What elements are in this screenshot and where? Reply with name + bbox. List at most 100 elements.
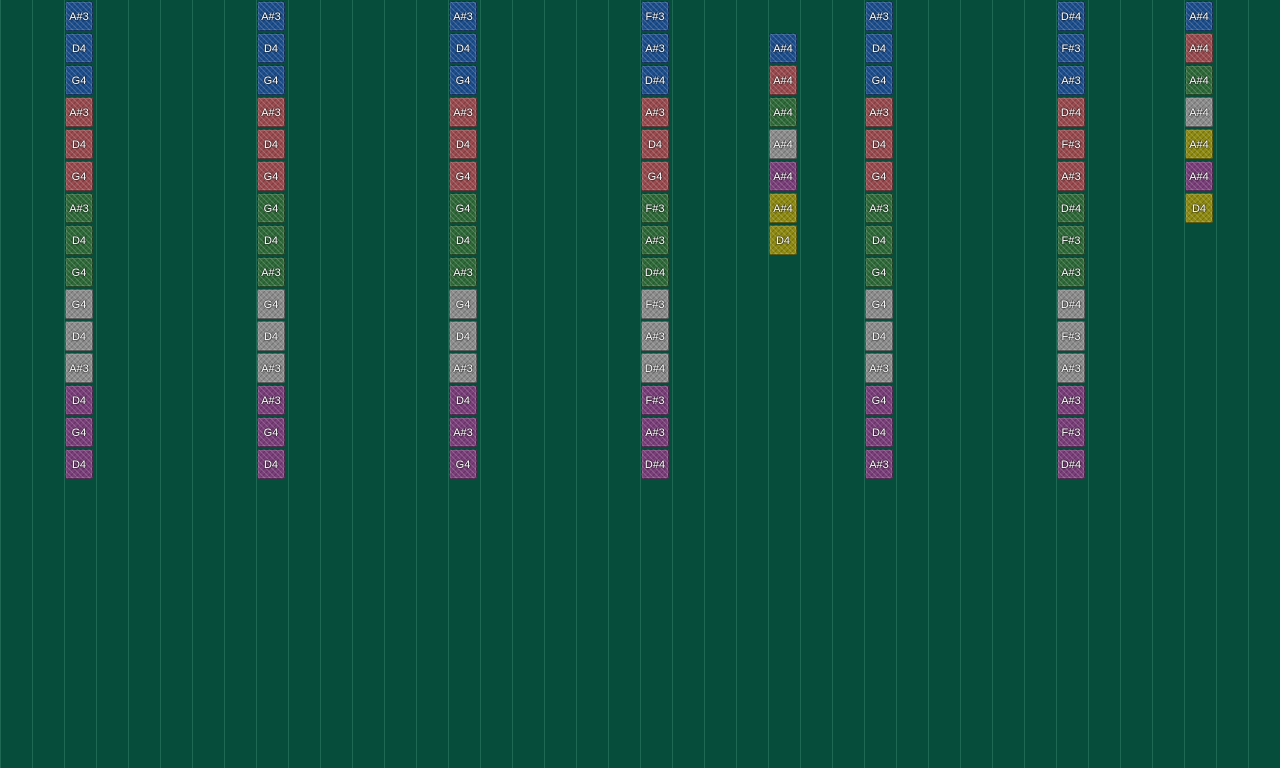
- note-block[interactable]: A#3: [641, 417, 669, 447]
- note-block[interactable]: G4: [257, 193, 285, 223]
- note-block[interactable]: G4: [449, 289, 477, 319]
- note-block[interactable]: A#4: [1185, 33, 1213, 63]
- note-block[interactable]: G4: [65, 417, 93, 447]
- note-block[interactable]: A#3: [257, 385, 285, 415]
- note-block[interactable]: G4: [865, 161, 893, 191]
- note-block[interactable]: D#4: [641, 257, 669, 287]
- note-block[interactable]: A#3: [257, 97, 285, 127]
- note-block[interactable]: G4: [641, 161, 669, 191]
- note-block[interactable]: D4: [865, 33, 893, 63]
- note-block[interactable]: A#3: [449, 1, 477, 31]
- note-block[interactable]: D4: [449, 321, 477, 351]
- note-block[interactable]: A#3: [449, 257, 477, 287]
- note-block[interactable]: D4: [449, 225, 477, 255]
- note-block[interactable]: A#4: [769, 193, 797, 223]
- note-block[interactable]: A#3: [865, 1, 893, 31]
- note-block[interactable]: A#3: [865, 193, 893, 223]
- note-block[interactable]: A#3: [865, 97, 893, 127]
- note-block[interactable]: G4: [257, 289, 285, 319]
- note-block[interactable]: F#3: [1057, 321, 1085, 351]
- note-block[interactable]: G4: [65, 161, 93, 191]
- note-block[interactable]: A#3: [641, 225, 669, 255]
- note-block[interactable]: F#3: [1057, 33, 1085, 63]
- note-block[interactable]: G4: [65, 289, 93, 319]
- note-block[interactable]: A#3: [1057, 257, 1085, 287]
- note-grid[interactable]: A#3 D4 G4 A#3 D4 G4 A#3 D4 G4 G4 D4 A#3 D4 G4 D4 A#3 D4 G…: [0, 0, 1280, 768]
- note-block[interactable]: G4: [257, 65, 285, 95]
- note-block[interactable]: A#3: [65, 1, 93, 31]
- note-block[interactable]: D#4: [641, 353, 669, 383]
- note-block[interactable]: G4: [257, 161, 285, 191]
- note-block[interactable]: G4: [65, 65, 93, 95]
- note-block[interactable]: A#3: [65, 97, 93, 127]
- note-block[interactable]: A#3: [65, 353, 93, 383]
- note-block[interactable]: A#3: [449, 97, 477, 127]
- note-block[interactable]: G4: [449, 161, 477, 191]
- note-block[interactable]: G4: [865, 257, 893, 287]
- note-block[interactable]: F#3: [1057, 225, 1085, 255]
- note-block[interactable]: A#3: [641, 97, 669, 127]
- note-block[interactable]: D4: [257, 129, 285, 159]
- note-block[interactable]: A#3: [257, 1, 285, 31]
- note-block[interactable]: A#3: [865, 353, 893, 383]
- note-block[interactable]: D4: [65, 33, 93, 63]
- note-block[interactable]: F#3: [641, 385, 669, 415]
- note-block[interactable]: D4: [865, 417, 893, 447]
- note-block[interactable]: D4: [865, 129, 893, 159]
- note-block[interactable]: D4: [1185, 193, 1213, 223]
- note-block[interactable]: F#3: [1057, 129, 1085, 159]
- note-block[interactable]: D4: [257, 225, 285, 255]
- note-block[interactable]: A#3: [449, 417, 477, 447]
- note-block[interactable]: D4: [865, 321, 893, 351]
- note-block[interactable]: G4: [65, 257, 93, 287]
- note-block[interactable]: A#3: [641, 321, 669, 351]
- note-block[interactable]: D4: [449, 385, 477, 415]
- note-block[interactable]: A#4: [1185, 129, 1213, 159]
- note-block[interactable]: D4: [257, 321, 285, 351]
- note-block[interactable]: A#4: [769, 129, 797, 159]
- note-block[interactable]: A#4: [769, 65, 797, 95]
- note-block[interactable]: A#3: [641, 33, 669, 63]
- note-block[interactable]: D4: [65, 129, 93, 159]
- note-block[interactable]: A#3: [1057, 161, 1085, 191]
- note-block[interactable]: D4: [449, 33, 477, 63]
- note-block[interactable]: D4: [65, 225, 93, 255]
- note-block[interactable]: D4: [257, 449, 285, 479]
- note-block[interactable]: A#4: [769, 33, 797, 63]
- note-block[interactable]: A#3: [449, 353, 477, 383]
- note-block[interactable]: G4: [865, 65, 893, 95]
- note-block[interactable]: D4: [449, 129, 477, 159]
- note-block[interactable]: D4: [65, 385, 93, 415]
- note-block[interactable]: D#4: [1057, 97, 1085, 127]
- note-block[interactable]: A#3: [257, 257, 285, 287]
- note-block[interactable]: F#3: [641, 289, 669, 319]
- note-block[interactable]: D4: [865, 225, 893, 255]
- note-block[interactable]: A#3: [865, 449, 893, 479]
- note-block[interactable]: D#4: [641, 65, 669, 95]
- note-block[interactable]: D#4: [1057, 449, 1085, 479]
- note-block[interactable]: A#4: [769, 97, 797, 127]
- note-block[interactable]: G4: [449, 65, 477, 95]
- note-block[interactable]: D4: [769, 225, 797, 255]
- note-block[interactable]: A#4: [1185, 1, 1213, 31]
- note-block[interactable]: D#4: [641, 449, 669, 479]
- note-block[interactable]: D#4: [1057, 1, 1085, 31]
- note-block[interactable]: A#3: [1057, 353, 1085, 383]
- note-block[interactable]: A#3: [65, 193, 93, 223]
- note-block[interactable]: A#4: [769, 161, 797, 191]
- note-block[interactable]: A#4: [1185, 97, 1213, 127]
- note-block[interactable]: G4: [865, 289, 893, 319]
- note-block[interactable]: D4: [65, 321, 93, 351]
- note-block[interactable]: D#4: [1057, 193, 1085, 223]
- note-block[interactable]: A#3: [1057, 385, 1085, 415]
- note-block[interactable]: A#3: [257, 353, 285, 383]
- note-block[interactable]: F#3: [641, 1, 669, 31]
- note-block[interactable]: G4: [449, 193, 477, 223]
- note-block[interactable]: F#3: [641, 193, 669, 223]
- note-block[interactable]: A#3: [1057, 65, 1085, 95]
- note-block[interactable]: D4: [257, 33, 285, 63]
- note-block[interactable]: D#4: [1057, 289, 1085, 319]
- note-block[interactable]: A#4: [1185, 161, 1213, 191]
- note-block[interactable]: G4: [449, 449, 477, 479]
- note-block[interactable]: F#3: [1057, 417, 1085, 447]
